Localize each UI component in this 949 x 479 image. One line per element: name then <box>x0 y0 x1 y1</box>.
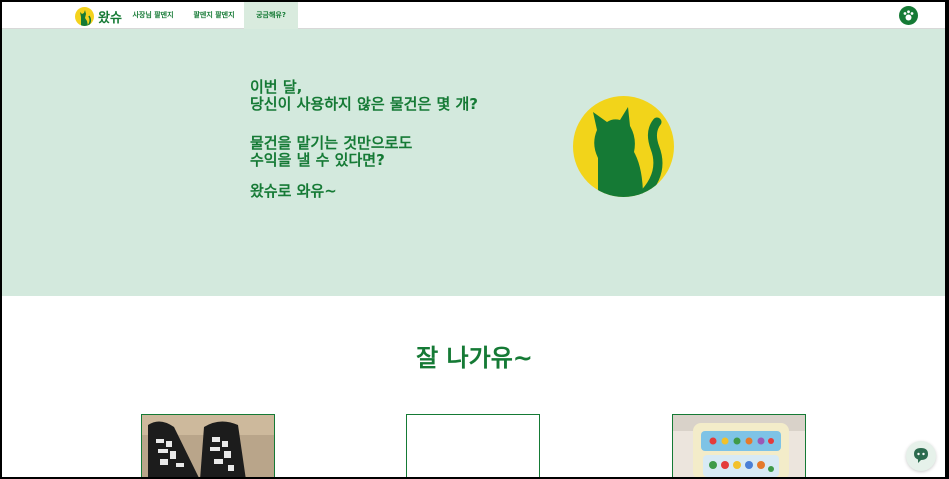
nav-item-faq[interactable]: 궁금해유? <box>244 2 298 29</box>
hero-line: 수익을 낼 수 있다면? <box>250 151 385 169</box>
section-title: 잘 나가유~ <box>416 344 533 372</box>
socks-photo-image <box>142 415 274 479</box>
toy-photo-image <box>673 415 805 479</box>
hero-line: 당신이 사용하지 않은 물건은 몇 개? <box>250 95 479 113</box>
product-card[interactable] <box>141 414 275 479</box>
nav-item-seller[interactable]: 사장님 팔덴지 <box>125 2 181 29</box>
product-card[interactable] <box>406 414 540 479</box>
brand-name: 왔슈 <box>98 10 122 26</box>
hero-copy: 이번 달, 당신이 사용하지 않은 물건은 몇 개? 물건을 맡기는 것만으로도… <box>250 79 478 200</box>
product-card[interactable] <box>672 414 806 479</box>
paw-icon[interactable] <box>899 6 918 25</box>
cat-logo-illustration <box>573 96 674 197</box>
hero-line: 물건을 맡기는 것만으로도 <box>250 134 413 152</box>
brand-logo-icon <box>75 6 94 26</box>
brand-home-link[interactable]: 왔슈 <box>75 5 122 27</box>
hero-line: 왔슈로 와유~ <box>250 182 337 200</box>
hero-line: 이번 달, <box>250 78 303 96</box>
top-navigation-bar: 왔슈 사장님 팔덴지 팔덴지 팔덴지 궁금해유? <box>2 2 945 29</box>
nav-item-buyer[interactable]: 팔덴지 팔덴지 <box>188 2 240 29</box>
hero-banner: 이번 달, 당신이 사용하지 않은 물건은 몇 개? 물건을 맡기는 것만으로도… <box>2 29 945 296</box>
chat-button[interactable] <box>906 441 936 471</box>
chat-icon <box>914 448 928 463</box>
